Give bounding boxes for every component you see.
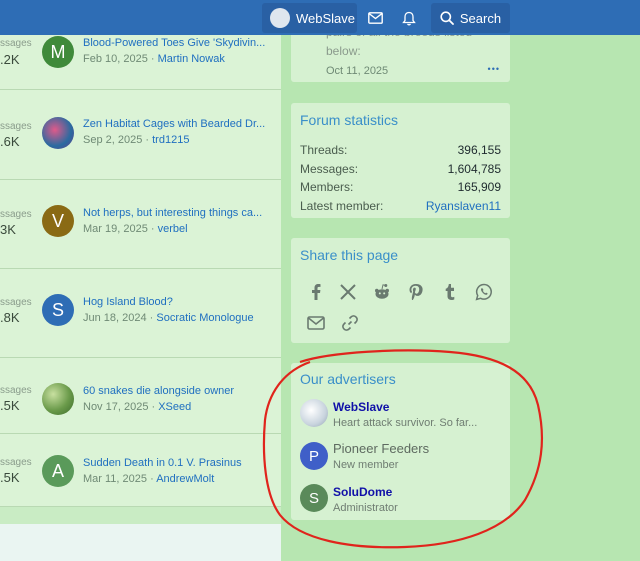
table-row: ssages 3K V Not herps, but interesting t… xyxy=(0,180,281,269)
thread-meta: Mar 11, 2025 · AndrewMolt xyxy=(83,473,215,485)
footer-strip xyxy=(0,524,281,561)
thread-meta: Nov 17, 2025 · XSeed xyxy=(83,401,192,413)
thread-date: Jun 18, 2024 xyxy=(83,312,147,324)
messages-label: ssages xyxy=(0,38,32,49)
block-title: Share this page xyxy=(300,247,399,263)
stat-label-members: Members: xyxy=(300,180,354,194)
top-navbar: WebSlave Search xyxy=(0,0,640,35)
avatar[interactable]: S xyxy=(300,484,328,512)
avatar[interactable]: S xyxy=(42,294,74,326)
advertiser-name[interactable]: WebSlave xyxy=(333,400,389,414)
thread-author[interactable]: AndrewMolt xyxy=(156,473,214,485)
whatsapp-icon[interactable] xyxy=(475,283,493,301)
table-row: ssages .6K Zen Habitat Cages with Bearde… xyxy=(0,90,281,180)
account-menu[interactable]: WebSlave xyxy=(262,3,357,33)
envelope-icon xyxy=(367,12,383,24)
tumblr-icon[interactable] xyxy=(441,283,459,301)
thread-meta: Jun 18, 2024 · Socratic Monologue xyxy=(83,312,254,324)
inbox-button[interactable] xyxy=(358,3,392,33)
avatar[interactable]: M xyxy=(42,36,74,68)
stat-value-threads: 396,155 xyxy=(457,143,501,157)
reddit-icon[interactable] xyxy=(373,283,391,301)
avatar xyxy=(270,8,290,28)
messages-label: ssages xyxy=(0,457,32,468)
message-count: .8K xyxy=(0,310,20,325)
messages-label: ssages xyxy=(0,121,32,132)
thread-date: Mar 11, 2025 xyxy=(83,473,148,485)
message-count: .6K xyxy=(0,134,20,149)
table-row: ssages .8K S Hog Island Blood? Jun 18, 2… xyxy=(0,269,281,358)
thread-meta: Feb 10, 2025 · Martin Nowak xyxy=(83,53,225,65)
table-row: ssages .5K A Sudden Death in 0.1 V. Pras… xyxy=(0,434,281,507)
pinterest-icon[interactable] xyxy=(407,283,425,301)
advertiser-title: Heart attack survivor. So far... xyxy=(333,417,478,429)
forum-statistics-block: Forum statistics Threads: 396,155 Messag… xyxy=(291,103,510,218)
thread-list: ssages .2K M Blood-Powered Toes Give 'Sk… xyxy=(0,0,281,507)
x-icon[interactable] xyxy=(339,283,357,301)
thread-title[interactable]: Sudden Death in 0.1 V. Prasinus xyxy=(83,457,278,469)
avatar[interactable] xyxy=(42,117,74,149)
block-title: Our advertisers xyxy=(300,371,396,387)
thread-meta: Sep 2, 2025 · trd1215 xyxy=(83,134,190,146)
stat-value-members: 165,909 xyxy=(457,180,501,194)
thread-date: Nov 17, 2025 xyxy=(83,401,149,413)
nav-username: WebSlave xyxy=(296,10,356,26)
bell-icon xyxy=(402,11,416,25)
table-row: ssages .5K 60 snakes die alongside owner… xyxy=(0,358,281,434)
advertiser-name[interactable]: SoluDome xyxy=(333,485,392,499)
thread-author[interactable]: Socratic Monologue xyxy=(156,312,253,324)
more-options-icon[interactable]: ••• xyxy=(488,64,500,74)
advertiser-title: New member xyxy=(333,459,399,471)
message-count: .5K xyxy=(0,398,20,413)
avatar[interactable] xyxy=(300,399,328,427)
block-title[interactable]: Forum statistics xyxy=(300,112,398,128)
stat-label-messages: Messages: xyxy=(300,162,359,176)
thread-author[interactable]: Martin Nowak xyxy=(158,53,225,65)
search-label: Search xyxy=(459,10,502,26)
thread-title[interactable]: Not herps, but interesting things ca... xyxy=(83,207,278,219)
message-count: .5K xyxy=(0,470,20,485)
alerts-button[interactable] xyxy=(392,3,426,33)
thread-author[interactable]: trd1215 xyxy=(152,134,189,146)
thread-title[interactable]: Blood-Powered Toes Give 'Skydivin... xyxy=(83,37,278,49)
share-block: Share this page facebook-icon, x-icon, r… xyxy=(291,238,510,343)
post-date: Oct 11, 2025 xyxy=(326,65,389,77)
message-count: .2K xyxy=(0,52,20,67)
email-icon[interactable] xyxy=(307,314,325,332)
messages-label: ssages xyxy=(0,297,32,308)
message-count: 3K xyxy=(0,222,16,237)
thread-author[interactable]: verbel xyxy=(158,223,188,235)
avatar[interactable]: P xyxy=(300,442,328,470)
thread-column: ssages .2K M Blood-Powered Toes Give 'Sk… xyxy=(0,0,281,561)
thread-date: Sep 2, 2025 xyxy=(83,134,143,146)
thread-date: Feb 10, 2025 xyxy=(83,53,148,65)
avatar[interactable]: V xyxy=(42,205,74,237)
thread-title[interactable]: 60 snakes die alongside owner xyxy=(83,385,278,397)
advertisers-block: Our advertisers WebSlave Heart attack su… xyxy=(291,363,510,520)
thread-date: Mar 19, 2025 xyxy=(83,223,148,235)
avatar[interactable]: A xyxy=(42,455,74,487)
avatar[interactable] xyxy=(42,383,74,415)
stat-label-threads: Threads: xyxy=(300,143,348,157)
advertiser-name[interactable]: Pioneer Feeders xyxy=(333,441,429,456)
stat-label-latest-member: Latest member: xyxy=(300,199,384,213)
thread-meta: Mar 19, 2025 · verbel xyxy=(83,223,188,235)
thread-title[interactable]: Zen Habitat Cages with Bearded Dr... xyxy=(83,118,278,130)
post-snippet-line: below: xyxy=(326,44,361,58)
messages-label: ssages xyxy=(0,209,32,220)
search-icon xyxy=(440,11,454,25)
search-button[interactable]: Search xyxy=(431,3,510,33)
stat-value-messages: 1,604,785 xyxy=(447,162,501,176)
facebook-icon[interactable] xyxy=(307,283,325,301)
link-icon[interactable] xyxy=(341,314,359,332)
messages-label: ssages xyxy=(0,385,32,396)
advertiser-title: Administrator xyxy=(333,502,398,514)
latest-member-link[interactable]: Ryanslaven11 xyxy=(426,199,501,213)
thread-author[interactable]: XSeed xyxy=(158,401,191,413)
thread-title[interactable]: Hog Island Blood? xyxy=(83,296,278,308)
